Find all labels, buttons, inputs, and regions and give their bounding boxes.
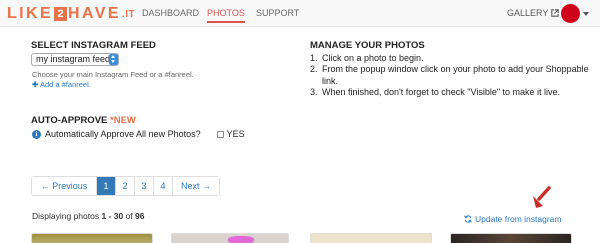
auto-approve-label: Automatically Approve All new Photos?	[45, 129, 201, 139]
feed-heading: SELECT INSTAGRAM FEED	[31, 40, 156, 51]
caret-down-icon[interactable]	[583, 12, 589, 16]
nav-photos[interactable]: PHOTOS	[207, 8, 245, 23]
nav-support[interactable]: SUPPORT	[256, 8, 299, 18]
displaying-total: 96	[135, 211, 145, 221]
external-link-icon	[551, 9, 560, 17]
gallery-label: GALLERY	[507, 8, 549, 18]
add-fanreel-label: Add a #fanreel.	[39, 80, 91, 89]
feed-select-value: my instagram feed	[36, 54, 111, 64]
displaying-prefix: Displaying photos	[32, 211, 102, 221]
feed-select[interactable]: my instagram feed	[31, 53, 119, 66]
photo-thumbnail[interactable]	[450, 233, 572, 243]
step-text: When finished, don't forget to check "Vi…	[322, 86, 561, 97]
step-item: 3. When finished, don't forget to check …	[310, 87, 590, 98]
yes-checkbox[interactable]	[216, 130, 224, 138]
logo[interactable]: LIKE 2 HAVE .IT	[7, 4, 135, 24]
logo-number: 2	[54, 7, 68, 21]
page-3-button[interactable]: 3	[134, 177, 153, 195]
add-fanreel-link[interactable]: ✚ Add a #fanreel.	[32, 80, 91, 89]
displaying-range: 1 - 30	[101, 211, 124, 221]
arrow-down-icon	[533, 186, 551, 208]
yes-label[interactable]: YES	[227, 129, 245, 139]
select-arrows-icon	[109, 54, 118, 65]
nav-dashboard[interactable]: DASHBOARD	[142, 8, 199, 18]
photo-thumbnail[interactable]	[171, 233, 289, 243]
auto-approve-title: AUTO-APPROVE	[31, 115, 108, 126]
page-4-button[interactable]: 4	[153, 177, 172, 195]
page-2-button[interactable]: 2	[115, 177, 134, 195]
manage-steps: 1. Click on a photo to begin. 2. From th…	[310, 53, 590, 98]
step-item: 2. From the popup window click on your p…	[310, 64, 590, 87]
page-1-button[interactable]: 1	[96, 177, 115, 195]
previous-button[interactable]: ← Previous	[32, 177, 96, 195]
avatar[interactable]	[561, 4, 580, 23]
gallery-link[interactable]: GALLERY	[507, 8, 560, 18]
step-number: 3.	[310, 86, 318, 97]
logo-suffix: .IT	[121, 8, 136, 20]
step-number: 1.	[310, 53, 318, 63]
navbar: LIKE 2 HAVE .IT DASHBOARD PHOTOS SUPPORT GA…	[0, 0, 600, 27]
auto-approve-row: i Automatically Approve All new Photos? …	[32, 129, 245, 139]
step-text: From the popup window click on your phot…	[322, 64, 589, 86]
plus-icon: ✚	[32, 80, 39, 89]
step-number: 2.	[310, 64, 318, 75]
manage-heading: MANAGE YOUR PHOTOS	[310, 40, 425, 51]
feed-help-text: Choose your main Instagram Feed or a #fa…	[32, 70, 194, 79]
new-badge: *NEW	[110, 115, 136, 126]
photo-thumbnail[interactable]	[310, 233, 432, 243]
step-item: 1. Click on a photo to begin.	[310, 53, 590, 64]
update-label: Update from instagram	[475, 214, 562, 224]
auto-approve-heading: AUTO-APPROVE *NEW	[31, 115, 136, 126]
next-button[interactable]: Next →	[172, 177, 219, 195]
displaying-middle: of	[123, 211, 136, 221]
logo-text-left: LIKE	[7, 5, 54, 22]
displaying-count: Displaying photos 1 - 30 of 96	[32, 211, 145, 221]
logo-text-right: HAVE	[68, 5, 121, 22]
pagination: ← Previous 1 2 3 4 Next →	[31, 176, 220, 196]
photo-thumbnail[interactable]	[31, 233, 153, 243]
step-text: Click on a photo to begin.	[322, 53, 424, 63]
update-from-instagram-link[interactable]: Update from instagram	[464, 214, 561, 224]
info-icon: i	[32, 129, 41, 139]
refresh-icon	[464, 215, 472, 223]
